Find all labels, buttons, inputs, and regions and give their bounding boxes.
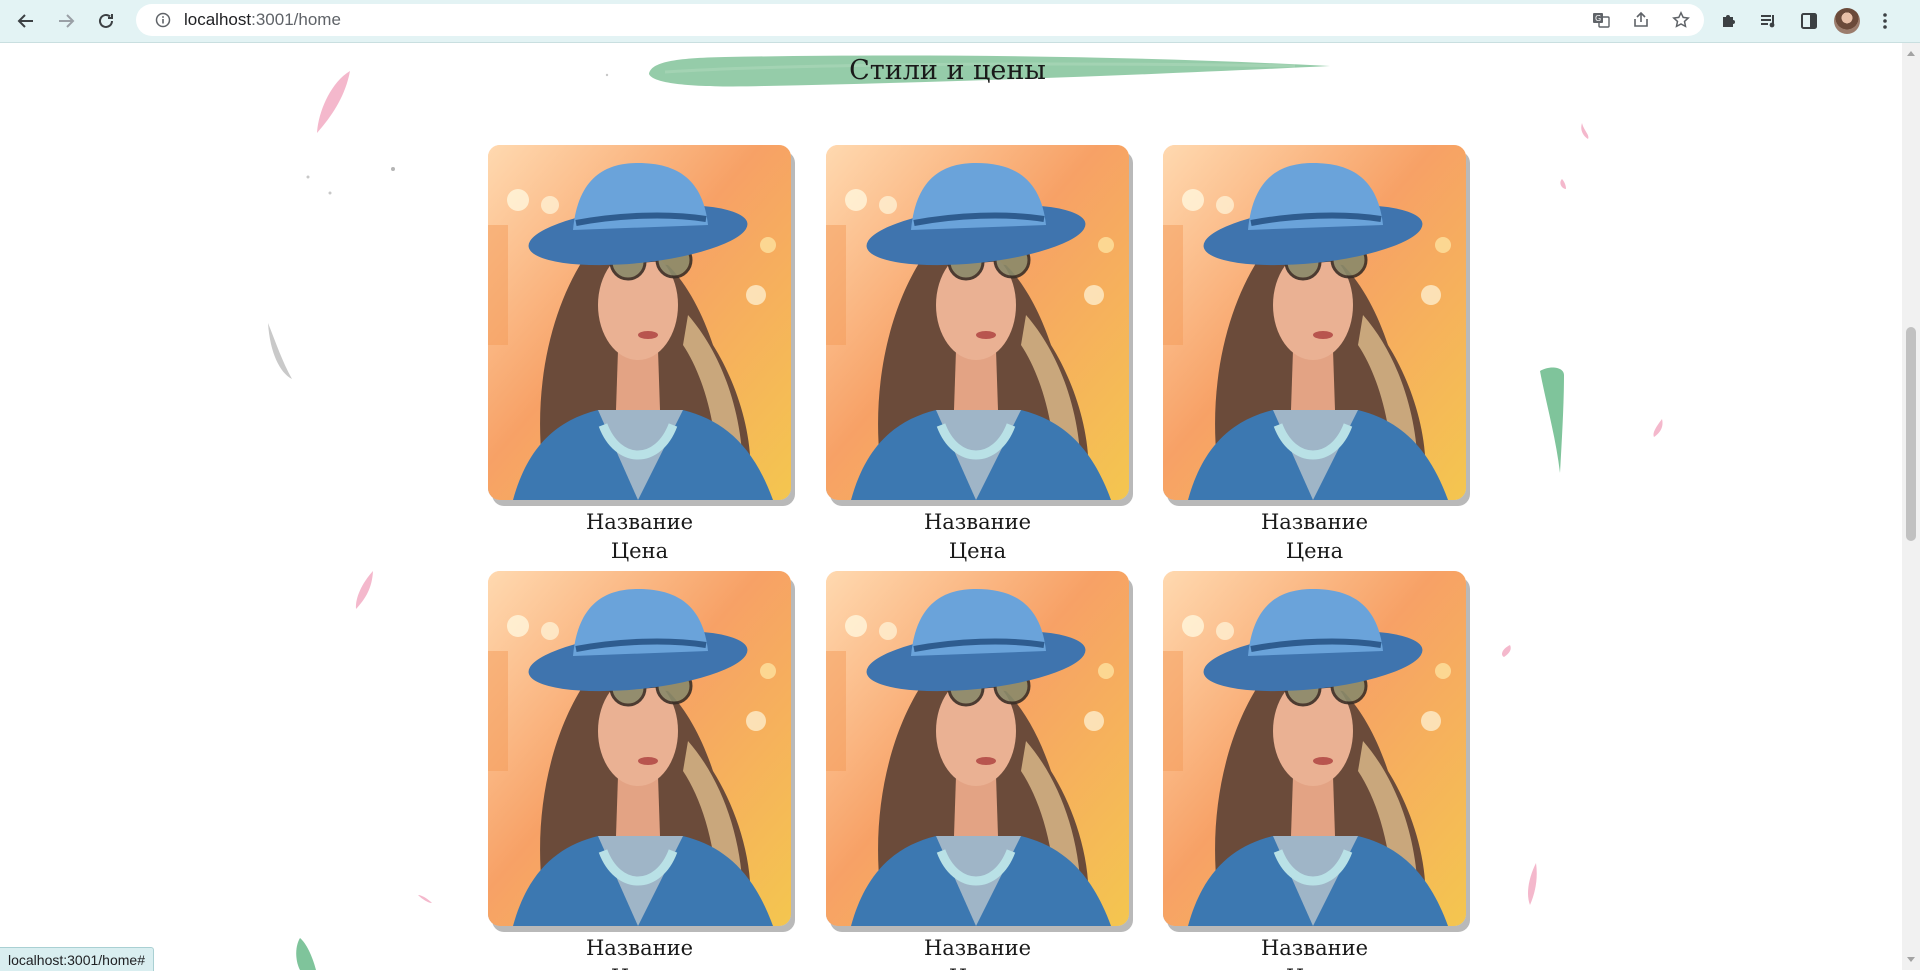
petal-pink-7 xyxy=(1528,863,1537,905)
style-image[interactable] xyxy=(826,145,1129,500)
dot-3 xyxy=(328,191,332,195)
style-image[interactable] xyxy=(488,571,791,926)
address-bar[interactable]: localhost:3001/home G xyxy=(136,4,1704,36)
arrow-left-icon xyxy=(17,14,33,28)
forward-button[interactable] xyxy=(46,1,86,41)
fashion-illustration xyxy=(826,571,1129,926)
kebab-menu-icon[interactable] xyxy=(1870,6,1900,36)
svg-text:G: G xyxy=(1595,14,1601,23)
style-price: Цена xyxy=(610,539,669,563)
fashion-illustration xyxy=(1163,571,1466,926)
style-name: Название xyxy=(1260,510,1369,534)
petal-pink-5 xyxy=(1653,419,1663,437)
style-image[interactable] xyxy=(826,571,1129,926)
arrow-right-icon xyxy=(59,14,75,28)
puzzle-icon[interactable] xyxy=(1714,6,1744,36)
style-name: Название xyxy=(585,936,694,960)
section-title-banner: Стили и цены xyxy=(645,52,1330,92)
style-name: Название xyxy=(585,510,694,534)
style-name: Название xyxy=(1260,936,1369,960)
petal-pink-6 xyxy=(1502,645,1511,657)
fashion-illustration xyxy=(488,571,791,926)
reload-icon xyxy=(99,13,113,28)
url-text: localhost:3001/home xyxy=(184,10,341,30)
back-button[interactable] xyxy=(6,1,46,41)
style-image[interactable] xyxy=(1163,571,1466,926)
style-price: Цена xyxy=(948,539,1007,563)
scrollbar-thumb[interactable] xyxy=(1906,327,1916,541)
style-price: Цена xyxy=(488,965,791,970)
star-icon[interactable] xyxy=(1668,7,1694,33)
avatar[interactable] xyxy=(1834,8,1860,34)
url-host: localhost xyxy=(184,10,252,29)
style-price: Цена xyxy=(1163,965,1466,970)
petal-pink-1 xyxy=(317,71,350,133)
style-image[interactable] xyxy=(1163,145,1466,500)
translate-icon[interactable]: G xyxy=(1588,7,1614,33)
petal-green-1 xyxy=(1540,367,1564,473)
petal-pink-4 xyxy=(1560,179,1566,189)
style-image[interactable] xyxy=(488,145,791,500)
side-panel-icon[interactable] xyxy=(1794,6,1824,36)
status-bar-url: localhost:3001/home# xyxy=(0,947,154,971)
page-content: Стили и цены Название Цена Название Цена… xyxy=(0,43,1902,970)
browser-toolbar: localhost:3001/home G xyxy=(0,0,1920,43)
petal-pink-8 xyxy=(418,895,432,903)
section-title: Стили и цены xyxy=(849,55,1046,86)
style-price: Цена xyxy=(1285,539,1344,563)
vertical-scrollbar[interactable] xyxy=(1902,43,1920,970)
dot-4 xyxy=(605,73,609,77)
media-queue-icon[interactable] xyxy=(1754,6,1784,36)
fashion-illustration xyxy=(826,145,1129,500)
dot-1 xyxy=(391,167,395,171)
share-icon[interactable] xyxy=(1628,7,1654,33)
info-icon[interactable] xyxy=(148,12,178,28)
style-price: Цена xyxy=(826,965,1129,970)
scroll-up-arrow[interactable] xyxy=(1907,51,1915,56)
petal-gray-1 xyxy=(268,323,292,379)
fashion-illustration xyxy=(1163,145,1466,500)
petal-green-2 xyxy=(296,938,316,970)
fashion-illustration xyxy=(488,145,791,500)
petal-pink-2 xyxy=(355,571,373,609)
scroll-down-arrow[interactable] xyxy=(1907,957,1915,962)
dot-2 xyxy=(306,175,310,179)
url-path: :3001/home xyxy=(251,10,341,29)
petal-pink-3 xyxy=(1581,123,1589,139)
style-name: Название xyxy=(923,936,1032,960)
style-name: Название xyxy=(923,510,1032,534)
reload-button[interactable] xyxy=(86,1,126,41)
